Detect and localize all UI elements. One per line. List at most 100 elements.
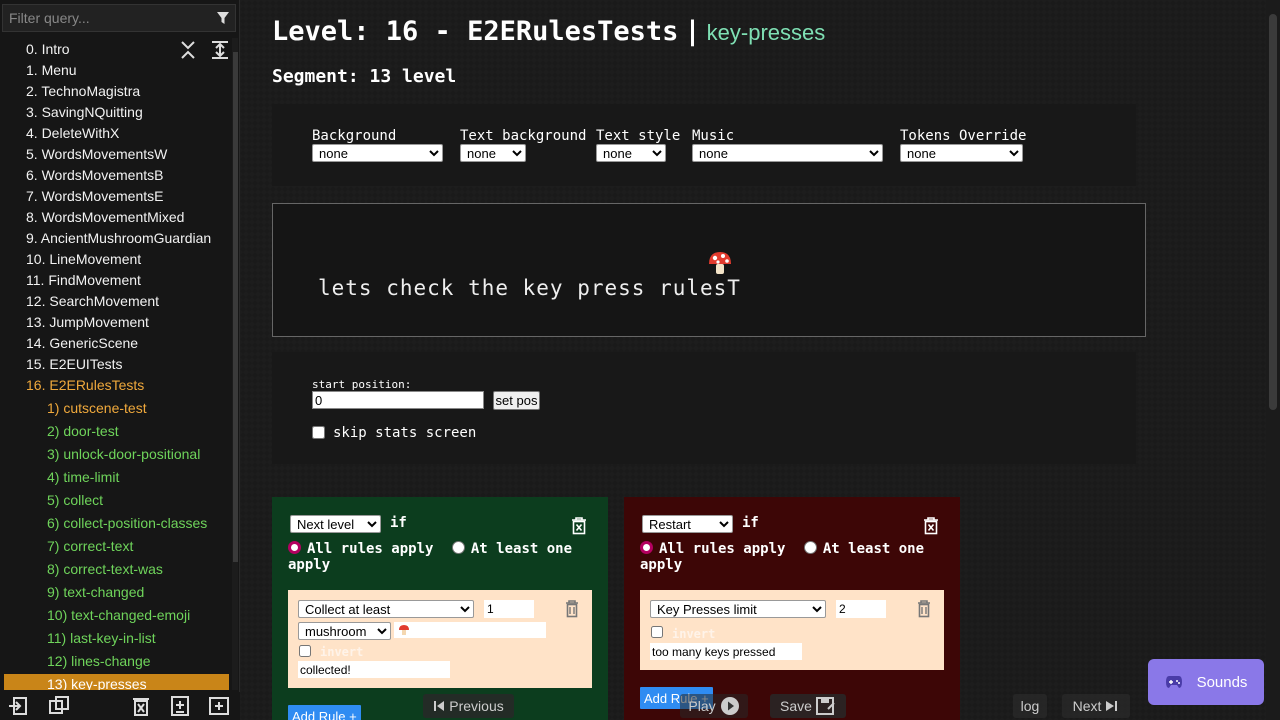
save-level-icon[interactable] [169, 696, 191, 716]
sidebar-segment-item[interactable]: 12) lines-change [47, 651, 151, 671]
filter-query-input[interactable] [2, 4, 236, 32]
background-group: Background none [312, 128, 443, 163]
save-button[interactable]: Save [770, 694, 846, 718]
start-position-label: start position: [312, 378, 412, 391]
set-pos-button[interactable]: set pos [493, 391, 540, 410]
background-select[interactable]: none [312, 144, 443, 162]
sidebar-level-item[interactable]: 11. FindMovement [26, 270, 141, 290]
play-button[interactable]: Play [680, 694, 748, 718]
text-style-group: Text style none [596, 128, 680, 163]
duplicate-level-icon[interactable] [48, 696, 70, 716]
text-style-select[interactable]: none [596, 144, 666, 162]
all-rules-label: All rules apply [659, 541, 786, 557]
all-rules-radio[interactable] [640, 541, 653, 554]
filter-icon[interactable] [216, 11, 230, 25]
background-label: Background [312, 128, 397, 144]
tokens-override-select[interactable]: none [900, 144, 1023, 162]
if-label: if [390, 515, 407, 531]
text-cursor: T [727, 276, 741, 300]
add-rule-button[interactable]: Add Rule + [288, 705, 361, 720]
sidebar-segment-item[interactable]: 1) cutscene-test [47, 398, 147, 418]
sidebar-level-item[interactable]: 2. TechnoMagistra [26, 81, 140, 101]
mushroom-icon [709, 252, 731, 274]
sidebar-level-item[interactable]: 16. E2ERulesTests [26, 375, 144, 395]
skip-stats-checkbox[interactable] [312, 426, 325, 439]
invert-label: invert [672, 627, 716, 641]
token-select[interactable]: mushroom [298, 622, 391, 640]
sidebar-segment-item[interactable]: 8) correct-text-was [47, 559, 163, 579]
sidebar-segment-item[interactable]: 11) last-key-in-list [47, 628, 156, 648]
rule-mode-options: All rules apply At least one apply [640, 541, 950, 573]
invert-checkbox[interactable] [651, 626, 663, 638]
invert-checkbox[interactable] [299, 645, 311, 657]
next-label: Next [1072, 698, 1102, 714]
text-background-select[interactable]: none [460, 144, 526, 162]
sidebar-level-item[interactable]: 7. WordsMovementsE [26, 186, 163, 206]
sidebar-level-item[interactable]: 1. Menu [26, 60, 77, 80]
save-icon [815, 697, 835, 715]
sidebar-segment-item[interactable]: 10) text-changed-emoji [47, 605, 190, 625]
sidebar-level-item[interactable]: 14. GenericScene [26, 333, 138, 353]
sidebar-segment-item[interactable]: 6) collect-position-classes [47, 513, 207, 533]
delete-rule-icon[interactable] [923, 517, 939, 535]
invert-label: invert [320, 645, 364, 659]
segment-name: key-presses [706, 20, 826, 45]
music-label: Music [692, 128, 735, 144]
sidebar-level-item[interactable]: 9. AncientMushroomGuardian [26, 228, 211, 248]
main-scrollbar-thumb[interactable] [1269, 14, 1277, 410]
level-list: 0. Intro 1. Menu 2. TechnoMagistra 3. Savin… [0, 38, 232, 690]
condition-type-select[interactable]: Collect at least [298, 600, 474, 618]
level-title: Level: 16 - E2ERulesTests [272, 16, 679, 47]
sidebar-level-item[interactable]: 10. LineMovement [26, 249, 141, 269]
add-level-icon[interactable] [208, 696, 230, 716]
all-rules-radio[interactable] [288, 541, 301, 554]
preview-text: lets check the key press rulesT [318, 276, 741, 300]
sidebar-level-item[interactable]: 12. SearchMovement [26, 291, 159, 311]
sidebar-segment-item[interactable]: 7) correct-text [47, 536, 133, 556]
start-position-panel: start position: set pos skip stats scree… [272, 352, 1136, 464]
sidebar-level-item[interactable]: 3. SavingNQuitting [26, 102, 143, 122]
start-position-input[interactable] [312, 391, 484, 409]
level-preview[interactable]: lets check the key press rulesT [272, 203, 1146, 337]
sidebar-segment-item[interactable]: 13) key-presses [4, 674, 229, 690]
sidebar-level-item[interactable]: 0. Intro [26, 39, 70, 59]
sidebar-level-item[interactable]: 15. E2EUITests [26, 354, 123, 374]
next-button[interactable]: Next [1062, 694, 1130, 718]
sidebar-level-item[interactable]: 6. WordsMovementsB [26, 165, 163, 185]
sidebar-level-item[interactable]: 8. WordsMovementMixed [26, 207, 184, 227]
sidebar-segment-item[interactable]: 5) collect [47, 490, 103, 510]
import-level-icon[interactable] [8, 696, 30, 716]
token-emoji-field[interactable] [394, 622, 546, 638]
sidebar-level-item[interactable]: 4. DeleteWithX [26, 123, 119, 143]
at-least-one-radio[interactable] [451, 541, 465, 554]
sidebar-level-item[interactable]: 13. JumpMovement [26, 312, 149, 332]
sidebar-segment-item[interactable]: 4) time-limit [47, 467, 119, 487]
rule-card-next-level: Next level if All rules apply At least o… [272, 497, 608, 720]
delete-level-icon[interactable] [130, 696, 152, 716]
sidebar-segment-item[interactable]: 3) unlock-door-positional [47, 444, 200, 464]
skip-stats-label: skip stats screen [333, 425, 477, 441]
rule-action-select[interactable]: Next level [290, 515, 381, 533]
skip-forward-icon [1106, 701, 1118, 711]
music-select[interactable]: none [692, 144, 883, 162]
sounds-button[interactable]: Sounds [1148, 659, 1264, 705]
condition-type-select[interactable]: Key Presses limit [650, 600, 826, 618]
rule-action-select[interactable]: Restart [642, 515, 733, 533]
sidebar-level-item[interactable]: 5. WordsMovementsW [26, 144, 167, 164]
sidebar-segment-item[interactable]: 9) text-changed [47, 582, 144, 602]
condition-count-input[interactable] [484, 600, 534, 618]
sidebar-scrollbar-thumb[interactable] [233, 52, 238, 562]
delete-condition-icon[interactable] [565, 600, 579, 618]
delete-rule-icon[interactable] [571, 517, 587, 535]
sidebar-segment-item[interactable]: 2) door-test [47, 421, 119, 441]
previous-button[interactable]: Previous [423, 694, 514, 718]
condition-message-input[interactable] [650, 643, 802, 660]
condition-count-input[interactable] [836, 600, 886, 618]
sidebar-toolbar [0, 692, 240, 720]
at-least-one-radio[interactable] [803, 541, 817, 554]
condition-box: Collect at least mushroom invert [288, 590, 592, 688]
log-button[interactable]: log [1013, 694, 1047, 718]
delete-condition-icon[interactable] [917, 600, 931, 618]
tokens-override-label: Tokens Override [900, 128, 1027, 144]
condition-message-input[interactable] [298, 661, 450, 678]
